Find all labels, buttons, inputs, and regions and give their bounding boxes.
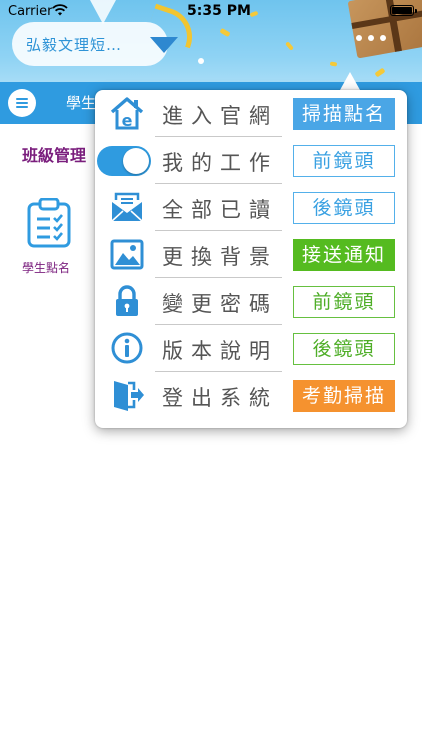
- confetti-decoration: [329, 61, 338, 67]
- options-popup-menu: e 進入官網 掃描點名 我的工作 前鏡頭 全部已讀 後鏡頭 更換背景 接送通知: [95, 90, 407, 428]
- status-bar: Carrier 5:35 PM: [0, 0, 422, 22]
- feature-label-roll-call[interactable]: 學生點名: [22, 259, 70, 276]
- section-title: 班級管理: [22, 146, 87, 165]
- clock-time: 5:35 PM: [187, 3, 251, 19]
- my-work-toggle[interactable]: [97, 146, 151, 176]
- confetti-decoration: [285, 41, 294, 51]
- battery-icon: [390, 5, 417, 16]
- menu-item-label: 登出系統: [162, 386, 278, 410]
- school-selector[interactable]: 弘毅文理短…: [12, 22, 178, 66]
- menu-item-label: 更換背景: [162, 245, 278, 269]
- menu-item-label: 我的工作: [162, 151, 278, 175]
- info-icon: [111, 332, 143, 364]
- confetti-decoration: [219, 27, 231, 38]
- clipboard-check-icon[interactable]: [26, 198, 72, 248]
- scan-roll-call-button[interactable]: 掃描點名: [293, 98, 395, 130]
- carrier-label: Carrier: [8, 4, 53, 19]
- menu-item-label: 進入官網: [162, 104, 278, 128]
- dropdown-triangle-icon: [150, 37, 178, 53]
- menu-item-change-background[interactable]: 更換背景 接送通知: [95, 231, 407, 278]
- confetti-decoration: [198, 58, 204, 64]
- menu-item-label: 版本說明: [162, 339, 278, 363]
- menu-item-change-password[interactable]: 變更密碼 前鏡頭: [95, 278, 407, 325]
- front-camera-button[interactable]: 前鏡頭: [293, 145, 395, 177]
- menu-item-label: 全部已讀: [162, 198, 278, 222]
- more-options-icon[interactable]: [356, 35, 386, 41]
- menu-item-logout[interactable]: 登出系統 考勤掃描: [95, 372, 407, 419]
- rear-camera-button[interactable]: 後鏡頭: [293, 333, 395, 365]
- attendance-scan-button[interactable]: 考勤掃描: [293, 380, 395, 412]
- website-home-icon: e: [110, 97, 144, 130]
- popup-arrow: [340, 72, 360, 90]
- menu-item-label: 變更密碼: [162, 292, 278, 316]
- menu-item-my-work[interactable]: 我的工作 前鏡頭: [95, 137, 407, 184]
- front-camera-button[interactable]: 前鏡頭: [293, 286, 395, 318]
- image-icon: [110, 239, 144, 270]
- confetti-decoration: [374, 67, 386, 78]
- logout-icon: [114, 381, 144, 411]
- svg-text:e: e: [122, 111, 133, 130]
- lock-icon: [116, 285, 138, 316]
- envelope-icon: [111, 192, 143, 222]
- pickup-notice-button[interactable]: 接送通知: [293, 239, 395, 271]
- menu-item-mark-all-read[interactable]: 全部已讀 後鏡頭: [95, 184, 407, 231]
- hamburger-menu-icon[interactable]: [8, 89, 36, 117]
- wifi-icon: [52, 4, 68, 16]
- menu-item-website[interactable]: e 進入官網 掃描點名: [95, 90, 407, 137]
- menu-item-version-info[interactable]: 版本說明 後鏡頭: [95, 325, 407, 372]
- nav-tab-students[interactable]: 學生: [66, 92, 96, 113]
- school-name-label: 弘毅文理短…: [26, 35, 123, 54]
- rear-camera-button[interactable]: 後鏡頭: [293, 192, 395, 224]
